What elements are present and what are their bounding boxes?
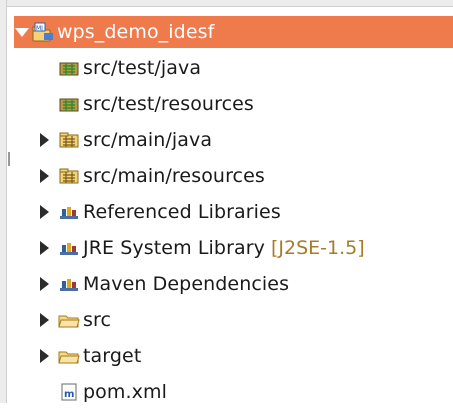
expand-arrow-icon[interactable]: [36, 169, 52, 183]
jre-version-decoration: [J2SE-1.5]: [270, 237, 365, 259]
source-folder-icon: [58, 59, 80, 77]
expand-arrow-icon[interactable]: [36, 205, 52, 219]
tree-item-label: src/test/resources: [83, 93, 254, 115]
tree-item-src[interactable]: src: [14, 302, 453, 338]
tree-item-label: target: [83, 345, 142, 367]
collapse-arrow-icon[interactable]: [14, 27, 30, 37]
expand-arrow-icon[interactable]: [36, 313, 52, 327]
maven-project-icon: MJ: [32, 22, 54, 42]
tree-item-label: pom.xml: [83, 381, 167, 403]
library-icon: [58, 239, 80, 257]
tree-item-project[interactable]: MJ wps_demo_idesf: [14, 16, 453, 48]
tree-item-label: Maven Dependencies: [83, 273, 290, 295]
folder-icon: [58, 347, 80, 365]
svg-text:MJ: MJ: [36, 25, 43, 32]
source-folder-icon: [58, 95, 80, 113]
library-icon: [58, 203, 80, 221]
expand-arrow-icon[interactable]: [36, 133, 52, 147]
tree-item-label: src/main/resources: [83, 165, 265, 187]
window-left-edge: [0, 0, 7, 403]
project-label: wps_demo_idesf: [57, 21, 215, 43]
tree-item-src-main-resources[interactable]: src/main/resources: [14, 158, 453, 194]
maven-pom-icon: m: [58, 383, 80, 401]
folder-icon: [58, 311, 80, 329]
expand-arrow-icon[interactable]: [36, 277, 52, 291]
tree-item-pom-xml[interactable]: m pom.xml: [14, 374, 453, 410]
expand-arrow-icon[interactable]: [36, 241, 52, 255]
tree-item-label: src/main/java: [83, 129, 213, 151]
tree-item-maven-dependencies[interactable]: Maven Dependencies: [14, 266, 453, 302]
expand-arrow-icon[interactable]: [36, 349, 52, 363]
tree-item-src-test-java[interactable]: src/test/java: [14, 50, 453, 86]
library-icon: [58, 275, 80, 293]
sash-grip[interactable]: [8, 152, 10, 166]
tree-item-label: src: [83, 309, 112, 331]
tree-item-label: JRE System Library: [83, 237, 265, 259]
tree-item-label: Referenced Libraries: [83, 201, 281, 223]
tree-item-src-main-java[interactable]: src/main/java: [14, 122, 453, 158]
tree-item-jre-system-library[interactable]: JRE System Library [J2SE-1.5]: [14, 230, 453, 266]
tree-item-src-test-resources[interactable]: src/test/resources: [14, 86, 453, 122]
svg-text:m: m: [64, 389, 74, 400]
project-explorer-tree: MJ wps_demo_idesf src/test/java src/test…: [14, 16, 453, 410]
source-folder-icon: [58, 131, 80, 149]
source-folder-icon: [58, 167, 80, 185]
tree-item-referenced-libraries[interactable]: Referenced Libraries: [14, 194, 453, 230]
tree-item-target[interactable]: target: [14, 338, 453, 374]
window-top-edge: [0, 0, 453, 7]
tree-item-label: src/test/java: [83, 57, 202, 79]
